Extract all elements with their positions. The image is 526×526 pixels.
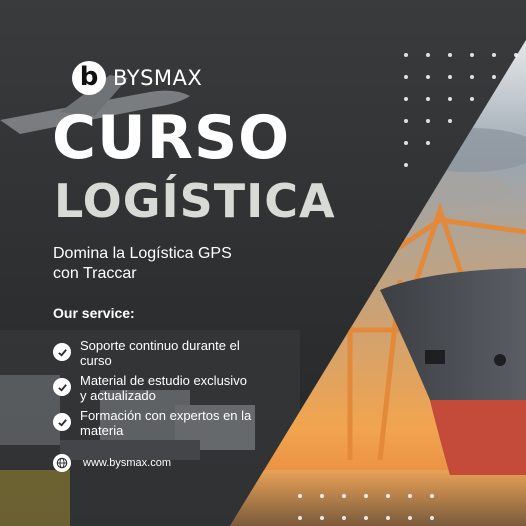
brand-logo: b BYSMAX xyxy=(72,61,202,95)
service-text: Material de estudio exclusivo y actualiz… xyxy=(80,373,247,403)
headline-line2: LOGÍSTICA xyxy=(54,174,336,228)
globe-icon xyxy=(53,454,71,472)
website-link[interactable]: www.bysmax.com xyxy=(53,454,171,472)
service-text: Soporte continuo durante el curso xyxy=(80,338,240,368)
service-text-line1: Soporte continuo durante el xyxy=(80,338,240,353)
website-url[interactable]: www.bysmax.com xyxy=(83,457,171,469)
service-text-line1: Formación con expertos en la xyxy=(80,408,252,423)
services-list: Soporte continuo durante el curso Materi… xyxy=(53,338,283,443)
service-text-line1: Material de estudio exclusivo xyxy=(80,373,247,388)
subtitle-line1: Domina la Logística GPS xyxy=(53,245,232,262)
list-item: Soporte continuo durante el curso xyxy=(53,338,283,368)
brand-name: BYSMAX xyxy=(113,66,203,90)
logo-letter: b xyxy=(79,61,99,92)
subtitle: Domina la Logística GPS con Traccar xyxy=(53,244,283,284)
service-text-line2: materia xyxy=(80,423,124,438)
check-circle-icon xyxy=(53,378,71,396)
subtitle-line2: con Traccar xyxy=(53,265,137,282)
list-item: Material de estudio exclusivo y actualiz… xyxy=(53,373,283,403)
poster: b BYSMAX CURSO LOGÍSTICA Domina la Logís… xyxy=(0,0,526,526)
list-item: Formación con expertos en la materia xyxy=(53,408,283,438)
headline-line1: CURSO xyxy=(52,103,291,173)
services-heading: Our service: xyxy=(53,305,135,321)
check-circle-icon xyxy=(53,343,71,361)
logo-badge-icon: b xyxy=(72,61,106,95)
check-circle-icon xyxy=(53,413,71,431)
service-text-line2: curso xyxy=(80,353,112,368)
service-text: Formación con expertos en la materia xyxy=(80,408,251,438)
service-text-line2: y actualizado xyxy=(80,388,156,403)
